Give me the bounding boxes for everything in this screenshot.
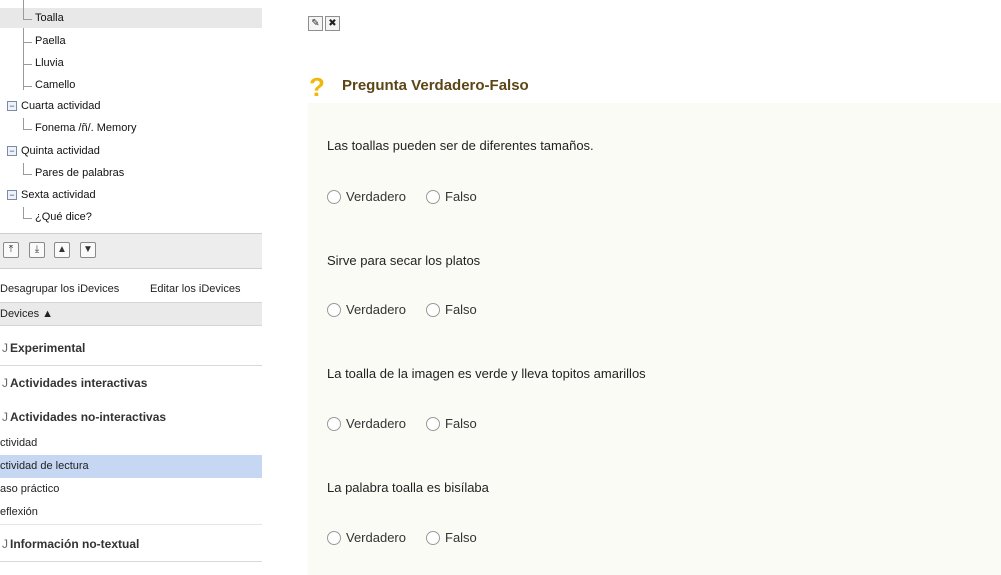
move-down-icon[interactable]: ▼ (80, 242, 96, 258)
edit-icon[interactable]: ✎ (308, 16, 323, 31)
tree-node-label: Cuarta actividad (21, 100, 101, 112)
main-content: ✎ ✖ ? Pregunta Verdadero-Falso Las toall… (263, 0, 1001, 575)
idevice-title: Pregunta Verdadero-Falso (342, 77, 529, 94)
tree-node-label: Sexta actividad (21, 189, 96, 201)
radio-false[interactable] (426, 190, 440, 204)
category-label: Información no-textual (10, 537, 140, 551)
option-label-false: Falso (445, 530, 477, 545)
radio-false[interactable] (426, 531, 440, 545)
idevice-reflexion[interactable]: eflexión (0, 501, 262, 525)
collapse-icon[interactable]: − (7, 101, 17, 111)
tree-node-toalla[interactable]: Toalla (0, 8, 262, 28)
tree-node-label: Paella (35, 35, 66, 47)
tree-node-label: Lluvia (35, 57, 64, 69)
category-label: Actividades no-interactivas (10, 410, 167, 424)
option-label-true: Verdadero (346, 416, 406, 431)
left-sidebar: Toalla Paella Lluvia Camello − Cuarta ac… (0, 0, 264, 575)
idevice-label: ctividad (0, 437, 38, 449)
tree-node-camello[interactable]: Camello (0, 75, 262, 95)
tree-toolbar: ⤒ ⤓ ▲ ▼ (0, 233, 262, 269)
category-experimental[interactable]: J Experimental (0, 331, 262, 366)
tree-node-label: Quinta actividad (21, 145, 100, 157)
edit-idevices-link[interactable]: Editar los iDevices (150, 283, 240, 295)
tree-node-label: Toalla (35, 12, 64, 24)
question-text: Sirve para secar los platos (327, 253, 481, 268)
tree-node-sexta-actividad[interactable]: − Sexta actividad (0, 185, 262, 205)
category-informacion-no-textual[interactable]: J Información no-textual (0, 527, 262, 562)
category-actividades-interactivas[interactable]: J Actividades interactivas (0, 366, 262, 401)
category-actividades-no-interactivas[interactable]: J Actividades no-interactivas (0, 400, 262, 435)
option-label-true: Verdadero (346, 530, 406, 545)
tree-node-label: Fonema /ñ/. Memory (35, 122, 137, 134)
option-label-true: Verdadero (346, 189, 406, 204)
tree-node-quinta-actividad[interactable]: − Quinta actividad (0, 141, 262, 161)
radio-true[interactable] (327, 531, 341, 545)
category-label: Experimental (10, 341, 86, 355)
question-text: La toalla de la imagen es verde y lleva … (327, 366, 646, 381)
expand-icon: J (2, 376, 8, 390)
tree-node-fonema-memory[interactable]: Fonema /ñ/. Memory (0, 118, 262, 138)
question-text: Las toallas pueden ser de diferentes tam… (327, 138, 594, 153)
tree-node-label: Pares de palabras (35, 167, 125, 179)
move-bottom-icon[interactable]: ⤓ (29, 242, 45, 258)
question-mark-icon: ? (309, 72, 325, 102)
idevice-actividad[interactable]: ctividad (0, 432, 262, 456)
tree-node-que-dice[interactable]: ¿Qué dice? (0, 207, 262, 227)
radio-true[interactable] (327, 190, 341, 204)
move-up-icon[interactable]: ▲ (54, 242, 70, 258)
question-text: La palabra toalla es bisílaba (327, 480, 489, 495)
radio-true[interactable] (327, 417, 341, 431)
tree-node-pares-de-palabras[interactable]: Pares de palabras (0, 163, 262, 183)
idevice-label: aso práctico (0, 483, 60, 495)
option-label-false: Falso (445, 189, 477, 204)
tree-node-lluvia[interactable]: Lluvia (0, 53, 262, 73)
radio-true[interactable] (327, 303, 341, 317)
idevice-caso-practico[interactable]: aso práctico (0, 478, 262, 502)
expand-icon: J (2, 341, 8, 355)
collapse-icon[interactable]: − (7, 190, 17, 200)
radio-false[interactable] (426, 417, 440, 431)
outline-tree: Toalla Paella Lluvia Camello − Cuarta ac… (0, 0, 262, 233)
idevices-header[interactable]: Devices ▲ (0, 302, 262, 326)
idevice-label: ctividad de lectura (0, 460, 89, 472)
category-label: Actividades interactivas (10, 376, 148, 390)
tree-node-cuarta-actividad[interactable]: − Cuarta actividad (0, 96, 262, 116)
collapse-icon[interactable]: − (7, 146, 17, 156)
option-label-false: Falso (445, 416, 477, 431)
move-top-icon[interactable]: ⤒ (3, 242, 19, 258)
ungroup-idevices-link[interactable]: Desagrupar los iDevices (0, 283, 119, 295)
expand-icon: J (2, 410, 8, 424)
tree-node-label: Camello (35, 79, 76, 91)
question-panel: Las toallas pueden ser de diferentes tam… (308, 103, 1001, 575)
option-label-false: Falso (445, 302, 477, 317)
expand-icon: J (2, 537, 8, 551)
tree-node-label: ¿Qué dice? (35, 211, 92, 223)
idevice-actividad-de-lectura[interactable]: ctividad de lectura (0, 455, 262, 479)
idevices-header-label: Devices ▲ (0, 308, 54, 320)
radio-false[interactable] (426, 303, 440, 317)
delete-icon[interactable]: ✖ (325, 16, 340, 31)
option-label-true: Verdadero (346, 302, 406, 317)
idevice-label: eflexión (0, 506, 38, 518)
tree-node-paella[interactable]: Paella (0, 31, 262, 51)
